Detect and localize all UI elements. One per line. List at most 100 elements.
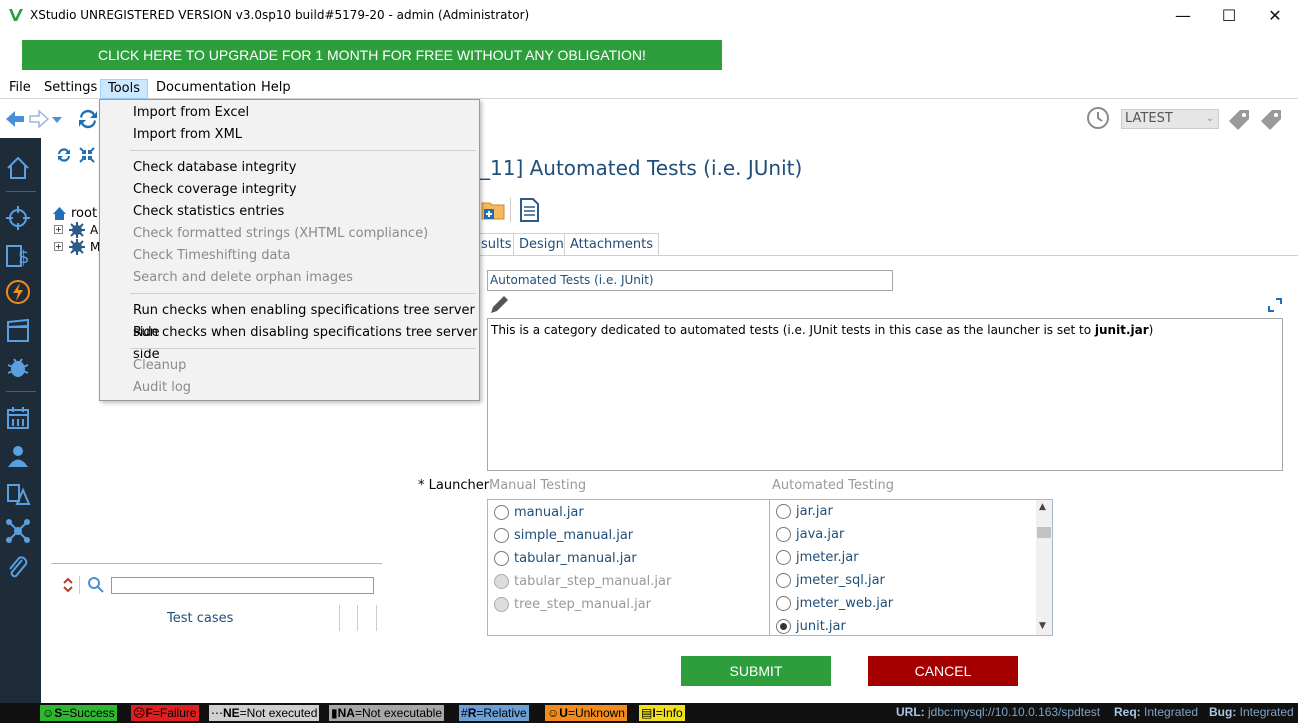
title-bar: XStudio UNREGISTERED VERSION v3.0sp10 bu… bbox=[0, 0, 1298, 31]
clapperboard-icon[interactable] bbox=[4, 316, 32, 344]
upgrade-banner[interactable]: CLICK HERE TO UPGRADE FOR 1 MONTH FOR FR… bbox=[22, 40, 722, 70]
forward-arrow-icon[interactable] bbox=[28, 108, 50, 130]
launcher-option[interactable]: tabular_manual.jar bbox=[488, 551, 768, 571]
tag-remove-icon[interactable] bbox=[1258, 107, 1284, 133]
launcher-option-label: junit.jar bbox=[796, 619, 846, 634]
tree-search-input[interactable] bbox=[111, 577, 374, 594]
history-dropdown-icon[interactable] bbox=[51, 115, 63, 125]
launcher-option[interactable]: jmeter.jar bbox=[770, 550, 1035, 570]
radio-button[interactable] bbox=[494, 528, 509, 543]
tab-results[interactable]: sults bbox=[476, 233, 518, 255]
launcher-option[interactable]: jar.jar bbox=[770, 504, 1035, 524]
divider bbox=[339, 605, 340, 631]
menu-settings[interactable]: Settings bbox=[37, 79, 104, 99]
menu-separator bbox=[130, 150, 476, 151]
scroll-down-icon[interactable]: ▼ bbox=[1039, 621, 1046, 631]
legend-unknown: ☺U=Unknown bbox=[545, 705, 627, 721]
launcher-option-label: jar.jar bbox=[796, 504, 833, 519]
status-bar: ☺S=Success ☹F=Failure ⋯NE=Not executed ▮… bbox=[0, 703, 1298, 723]
scroll-up-icon[interactable]: ▲ bbox=[1039, 502, 1046, 512]
launcher-option[interactable]: junit.jar bbox=[770, 619, 1035, 635]
tab-design[interactable]: Design bbox=[513, 233, 570, 255]
menu-item-check-coverage[interactable]: Check coverage integrity bbox=[133, 179, 297, 201]
target-icon[interactable] bbox=[4, 204, 32, 232]
collapse-icon[interactable] bbox=[78, 146, 96, 164]
sidebar-divider bbox=[6, 191, 36, 192]
radio-button[interactable] bbox=[776, 550, 791, 565]
cancel-button[interactable]: CANCEL bbox=[868, 656, 1018, 686]
expand-toggle[interactable]: + bbox=[54, 225, 63, 234]
launcher-option[interactable]: jmeter_sql.jar bbox=[770, 573, 1035, 593]
expand-icon[interactable] bbox=[1268, 298, 1282, 312]
maximize-button[interactable]: ☐ bbox=[1206, 0, 1252, 31]
menu-separator bbox=[130, 348, 476, 349]
automated-launcher-list: jar.jar java.jar jmeter.jar jmeter_sql.j… bbox=[769, 499, 1053, 636]
launcher-option-label: simple_manual.jar bbox=[514, 528, 634, 543]
menu-documentation[interactable]: Documentation bbox=[149, 79, 263, 99]
gear-icon bbox=[69, 222, 85, 238]
radio-button[interactable] bbox=[776, 527, 791, 542]
lightning-icon[interactable] bbox=[4, 278, 32, 306]
sort-icon[interactable] bbox=[63, 577, 73, 593]
menu-item-check-statistics[interactable]: Check statistics entries bbox=[133, 201, 284, 223]
pencil-icon[interactable] bbox=[488, 294, 510, 316]
menu-tools[interactable]: Tools bbox=[100, 79, 149, 99]
scrollbar[interactable]: ▲ ▼ bbox=[1036, 500, 1052, 635]
tab-attachments[interactable]: Attachments bbox=[564, 233, 659, 255]
bug-status: Bug: Integrated bbox=[1209, 705, 1294, 719]
launcher-option[interactable]: java.jar bbox=[770, 527, 1035, 547]
menu-item-import-xml[interactable]: Import from XML bbox=[133, 124, 242, 146]
req-status: Req: Integrated bbox=[1114, 705, 1199, 719]
block-icon: ▮ bbox=[331, 706, 338, 720]
menu-item-run-checks-enabling[interactable]: Run checks when enabling specifications … bbox=[133, 300, 479, 340]
radio-button[interactable] bbox=[494, 551, 509, 566]
menu-file[interactable]: File bbox=[2, 79, 38, 99]
radio-button[interactable] bbox=[776, 619, 791, 634]
radio-button[interactable] bbox=[776, 573, 791, 588]
sync-icon[interactable] bbox=[55, 146, 73, 164]
home-icon[interactable] bbox=[4, 154, 32, 182]
launcher-option[interactable]: manual.jar bbox=[488, 505, 768, 525]
back-arrow-icon[interactable] bbox=[4, 108, 26, 130]
version-select-value: LATEST bbox=[1125, 111, 1173, 126]
document-icon[interactable] bbox=[518, 197, 540, 223]
launcher-option[interactable]: simple_manual.jar bbox=[488, 528, 768, 548]
legend-relative: #R=Relative bbox=[459, 705, 529, 721]
radio-button[interactable] bbox=[494, 505, 509, 520]
cost-icon[interactable]: $ bbox=[4, 241, 32, 269]
minimize-button[interactable]: — bbox=[1160, 0, 1206, 31]
legend-info: ▤I=Info bbox=[639, 705, 685, 721]
scrollbar-thumb[interactable] bbox=[1037, 527, 1051, 538]
refresh-icon[interactable] bbox=[76, 107, 100, 131]
tree-root-label[interactable]: root bbox=[71, 206, 97, 221]
menu-item-check-database[interactable]: Check database integrity bbox=[133, 157, 296, 179]
frown-icon: ☹ bbox=[133, 706, 146, 720]
menu-item-import-excel[interactable]: Import from Excel bbox=[133, 102, 249, 124]
description-editor[interactable]: This is a category dedicated to automate… bbox=[487, 318, 1283, 471]
shapes-icon[interactable] bbox=[4, 480, 32, 508]
description-end: ) bbox=[1148, 323, 1154, 337]
launcher-option-label: tabular_step_manual.jar bbox=[514, 574, 672, 589]
calendar-icon[interactable] bbox=[4, 404, 32, 432]
radio-button[interactable] bbox=[776, 504, 791, 519]
bug-icon[interactable] bbox=[4, 353, 32, 381]
name-field[interactable]: Automated Tests (i.e. JUnit) bbox=[487, 270, 893, 291]
add-folder-icon[interactable] bbox=[480, 197, 506, 223]
legend-not-executable: ▮NA=Not executable bbox=[329, 705, 445, 721]
paperclip-icon[interactable] bbox=[4, 554, 32, 582]
network-icon[interactable] bbox=[4, 517, 32, 545]
history-clock-icon[interactable] bbox=[1085, 105, 1111, 131]
expand-toggle[interactable]: + bbox=[54, 242, 63, 251]
radio-button[interactable] bbox=[776, 596, 791, 611]
launcher-option-label: tree_step_manual.jar bbox=[514, 597, 652, 612]
close-button[interactable]: ✕ bbox=[1252, 0, 1298, 31]
submit-button[interactable]: SUBMIT bbox=[681, 656, 831, 686]
version-select[interactable]: LATEST ⌄ bbox=[1121, 109, 1219, 129]
tag-icon[interactable] bbox=[1226, 107, 1252, 133]
tree-footer-tab[interactable]: Test cases bbox=[167, 611, 233, 626]
tree-node-label[interactable]: A bbox=[90, 223, 98, 237]
user-icon[interactable] bbox=[4, 442, 32, 470]
menu-help[interactable]: Help bbox=[254, 79, 298, 99]
menu-item-run-checks-disabling[interactable]: Run checks when disabling specifications… bbox=[133, 322, 479, 362]
launcher-option[interactable]: jmeter_web.jar bbox=[770, 596, 1035, 616]
